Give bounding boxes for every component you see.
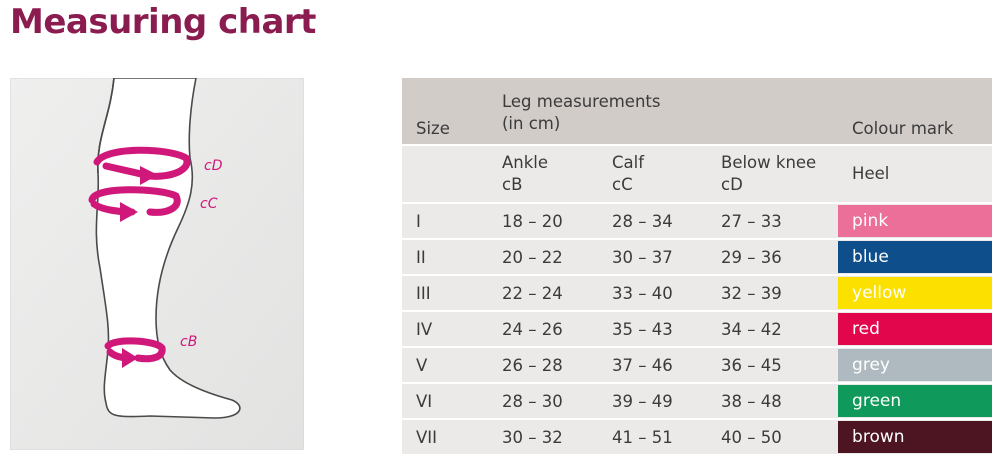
measuring-table: Size Leg measurements (in cm) Colour mar…	[402, 78, 993, 454]
subheader-calf-line1: Calf	[612, 153, 645, 172]
table-row: I 18 – 20 28 – 34 27 – 33 pink	[402, 202, 993, 238]
subheader-calf: Calf cC	[598, 144, 707, 202]
colour-swatch: blue	[838, 241, 993, 273]
cell-colour: yellow	[838, 274, 993, 310]
colour-swatch: grey	[838, 349, 993, 381]
colour-swatch: red	[838, 313, 993, 345]
cell-calf: 39 – 49	[598, 382, 707, 418]
header-size: Size	[402, 78, 488, 144]
table-row: IV 24 – 26 35 – 43 34 – 42 red	[402, 310, 993, 346]
table-row: II 20 – 22 30 – 37 29 – 36 blue	[402, 238, 993, 274]
cell-colour: brown	[838, 418, 993, 454]
colour-swatch: green	[838, 385, 993, 417]
colour-swatch: yellow	[838, 277, 993, 309]
cell-below-knee: 27 – 33	[707, 202, 839, 238]
cell-ankle: 24 – 26	[488, 310, 598, 346]
cell-size: V	[402, 346, 488, 382]
header-colour-mark: Colour mark	[838, 78, 993, 144]
cell-colour: green	[838, 382, 993, 418]
subheader-below-knee-line2: cD	[721, 175, 743, 194]
subheader-below-knee: Below knee cD	[707, 144, 839, 202]
cell-ankle: 30 – 32	[488, 418, 598, 454]
subheader-ankle: Ankle cB	[488, 144, 598, 202]
cell-ankle: 18 – 20	[488, 202, 598, 238]
cell-ankle: 26 – 28	[488, 346, 598, 382]
subheader-calf-line2: cC	[612, 175, 633, 194]
header-leg-measurements-line1: Leg measurements	[502, 92, 661, 111]
cell-ankle: 20 – 22	[488, 238, 598, 274]
cell-calf: 35 – 43	[598, 310, 707, 346]
cell-size: VI	[402, 382, 488, 418]
cell-below-knee: 38 – 48	[707, 382, 839, 418]
cell-calf: 33 – 40	[598, 274, 707, 310]
cell-ankle: 22 – 24	[488, 274, 598, 310]
header-leg-measurements: Leg measurements (in cm)	[488, 78, 839, 144]
subheader-ankle-line1: Ankle	[502, 153, 549, 172]
subheader-below-knee-line1: Below knee	[721, 153, 817, 172]
table-row: V 26 – 28 37 – 46 36 – 45 grey	[402, 346, 993, 382]
header-leg-measurements-line2: (in cm)	[502, 114, 561, 133]
cell-size: III	[402, 274, 488, 310]
cell-colour: red	[838, 310, 993, 346]
cell-size: IV	[402, 310, 488, 346]
cell-below-knee: 40 – 50	[707, 418, 839, 454]
subheader-empty	[402, 144, 488, 202]
subheader-ankle-line2: cB	[502, 175, 523, 194]
colour-swatch: pink	[838, 205, 993, 237]
cell-calf: 30 – 37	[598, 238, 707, 274]
cd-label: cD	[204, 158, 223, 174]
cell-size: VII	[402, 418, 488, 454]
table-row: VI 28 – 30 39 – 49 38 – 48 green	[402, 382, 993, 418]
subheader-heel: Heel	[838, 144, 993, 202]
cell-calf: 41 – 51	[598, 418, 707, 454]
table-row: III 22 – 24 33 – 40 32 – 39 yellow	[402, 274, 993, 310]
cell-size: II	[402, 238, 488, 274]
cb-label: cB	[180, 334, 197, 350]
cell-ankle: 28 – 30	[488, 382, 598, 418]
cell-below-knee: 36 – 45	[707, 346, 839, 382]
cell-below-knee: 29 – 36	[707, 238, 839, 274]
cell-calf: 37 – 46	[598, 346, 707, 382]
cell-colour: pink	[838, 202, 993, 238]
cell-colour: grey	[838, 346, 993, 382]
leg-measurement-illustration: cD cC cB	[10, 78, 304, 450]
cell-below-knee: 34 – 42	[707, 310, 839, 346]
colour-swatch: brown	[838, 421, 993, 453]
table-subheader-row: Ankle cB Calf cC Below knee cD Heel	[402, 144, 993, 202]
cell-size: I	[402, 202, 488, 238]
table-row: VII 30 – 32 41 – 51 40 – 50 brown	[402, 418, 993, 454]
table-header-row: Size Leg measurements (in cm) Colour mar…	[402, 78, 993, 144]
page-title: Measuring chart	[10, 2, 316, 42]
cell-colour: blue	[838, 238, 993, 274]
cc-label: cC	[200, 196, 218, 212]
cell-calf: 28 – 34	[598, 202, 707, 238]
cell-below-knee: 32 – 39	[707, 274, 839, 310]
